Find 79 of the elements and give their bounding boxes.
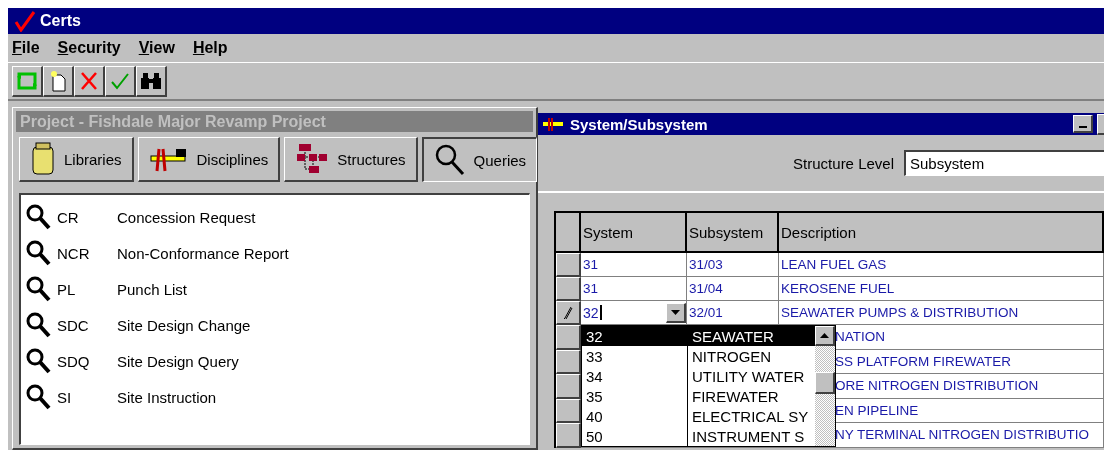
checkmark-logo-icon <box>14 10 36 32</box>
maximize-button[interactable] <box>1097 113 1104 135</box>
row-selector[interactable] <box>556 301 581 325</box>
query-name[interactable]: Site Design Query <box>117 352 239 370</box>
query-code[interactable]: PL <box>57 280 117 298</box>
query-code[interactable]: SDC <box>57 316 117 334</box>
dropdown-button[interactable] <box>666 302 686 323</box>
query-name[interactable]: Punch List <box>117 280 188 298</box>
row-selector[interactable] <box>556 398 581 423</box>
menu-item[interactable]: File <box>12 39 40 57</box>
row-selector[interactable] <box>556 349 581 374</box>
refresh-button[interactable] <box>12 65 43 97</box>
table-cell: SEAWATER PUMPS & DISTRIBUTION <box>779 301 1104 325</box>
magnifier-icon <box>25 203 51 231</box>
cell-value: 32 <box>583 304 599 321</box>
minimize-button[interactable] <box>1073 115 1093 133</box>
minimize-icon <box>1079 126 1087 128</box>
table-cell: 32/01 <box>687 301 779 325</box>
child-window-title: System/Subsystem <box>570 115 709 133</box>
row-selector[interactable] <box>556 325 581 350</box>
row-selector[interactable] <box>556 374 581 399</box>
tab[interactable]: Disciplines <box>137 137 281 182</box>
confirm-button[interactable] <box>105 65 136 97</box>
menu-item[interactable]: View <box>138 39 175 57</box>
magnifier-icon <box>25 383 51 411</box>
caret-icon <box>671 309 680 315</box>
table-cell: 31/04 <box>687 277 779 301</box>
tab[interactable]: Libraries <box>19 137 134 182</box>
column-header[interactable]: Subsystem <box>687 213 779 253</box>
table-cell: 31/03 <box>687 253 779 277</box>
query-code[interactable]: CR <box>57 208 117 226</box>
scrollbar[interactable] <box>815 326 835 446</box>
refresh-icon <box>16 70 38 91</box>
scroll-up-button[interactable] <box>815 326 835 346</box>
row-selector[interactable] <box>556 253 581 277</box>
tab[interactable]: Queries <box>421 137 538 182</box>
pencil-icon <box>563 305 573 320</box>
find-button[interactable] <box>136 65 167 97</box>
binoculars-icon <box>140 71 162 90</box>
magnifier-icon <box>25 311 51 339</box>
panel-title: Project - Fishdale Major Revamp Project <box>16 111 533 132</box>
query-code[interactable]: SI <box>57 388 117 406</box>
table-cell: KEROSENE FUEL <box>779 277 1104 301</box>
row-selector[interactable] <box>556 423 581 448</box>
table-cell: LEAN FUEL GAS <box>779 253 1104 277</box>
search-icon <box>433 143 466 177</box>
delete-button[interactable] <box>74 65 105 97</box>
table-cell: 31 <box>581 277 687 301</box>
structure-level-field[interactable]: Subsystem <box>904 150 1104 176</box>
query-code[interactable]: NCR <box>57 244 117 262</box>
magnifier-icon <box>25 239 51 267</box>
column-header[interactable]: Description <box>779 213 1104 253</box>
query-name[interactable]: Site Instruction <box>117 388 217 406</box>
dropdown-option[interactable]: 32 SEAWATER <box>582 326 815 346</box>
menu-item[interactable]: Security <box>57 39 121 57</box>
document-icon <box>49 69 67 92</box>
query-code[interactable]: SDQ <box>57 352 117 370</box>
row-selector[interactable] <box>556 277 581 301</box>
field-label: Structure Level <box>793 154 894 172</box>
system-combo[interactable]: 32 <box>581 301 687 325</box>
magnifier-icon <box>25 347 51 375</box>
query-name[interactable]: Non-Conformance Report <box>117 244 289 262</box>
table-cell: 31 <box>581 253 687 277</box>
query-name[interactable]: Site Design Change <box>117 316 251 334</box>
text-cursor <box>599 305 602 320</box>
hierarchy-icon <box>295 143 330 175</box>
new-document-button[interactable] <box>43 65 74 97</box>
up-arrow-icon <box>820 333 829 338</box>
tab[interactable]: Structures <box>284 137 418 182</box>
query-name[interactable]: Concession Request <box>117 208 256 226</box>
tools-icon <box>542 116 566 132</box>
window-title: Certs <box>40 12 81 30</box>
column-header[interactable]: System <box>581 213 687 253</box>
checkmark-icon <box>110 71 130 90</box>
magnifier-icon <box>25 275 51 303</box>
menu-item[interactable]: Help <box>192 39 228 57</box>
jar-icon <box>30 142 56 176</box>
scroll-thumb[interactable] <box>815 372 835 394</box>
cross-icon <box>80 70 98 91</box>
